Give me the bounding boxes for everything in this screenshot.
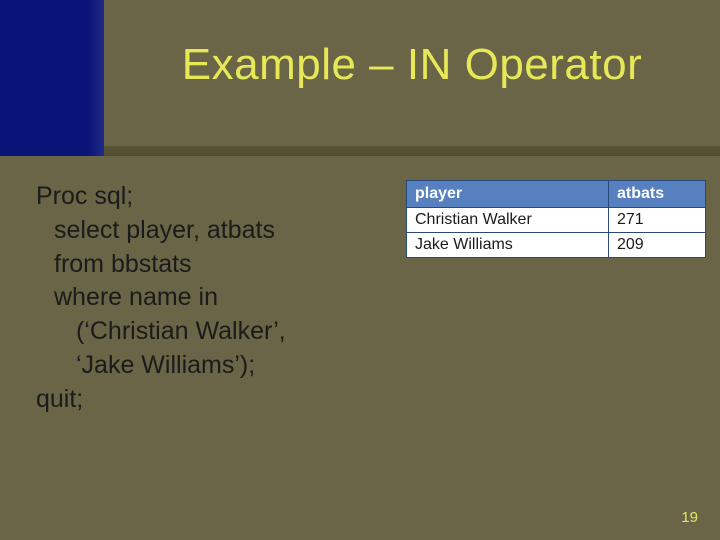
table-header-row: player atbats [407,181,706,208]
body-area: Proc sql; select player, atbats from bbs… [36,180,684,500]
code-line: from bbstats [36,248,366,282]
code-line: Proc sql; [36,182,133,210]
code-line: select player, atbats [36,214,366,248]
slide-title: Example – IN Operator [104,40,720,90]
result-table-wrap: player atbats Christian Walker 271 Jake … [406,180,706,258]
code-line: (‘Christian Walker’, [36,315,366,349]
code-line: quit; [36,385,83,413]
code-line: where name in [36,281,366,315]
column-header-atbats: atbats [609,181,706,208]
page-number: 19 [681,509,698,526]
title-underline [104,146,720,156]
slide: Example – IN Operator Proc sql; select p… [0,0,720,540]
column-header-player: player [407,181,609,208]
result-table: player atbats Christian Walker 271 Jake … [406,180,706,258]
cell-player: Jake Williams [407,233,609,258]
cell-player: Christian Walker [407,208,609,233]
accent-block [0,0,104,156]
table-row: Christian Walker 271 [407,208,706,233]
cell-atbats: 271 [609,208,706,233]
code-line: ‘Jake Williams’); [36,349,366,383]
code-block: Proc sql; select player, atbats from bbs… [36,180,366,416]
title-band: Example – IN Operator [0,0,720,156]
cell-atbats: 209 [609,233,706,258]
table-row: Jake Williams 209 [407,233,706,258]
